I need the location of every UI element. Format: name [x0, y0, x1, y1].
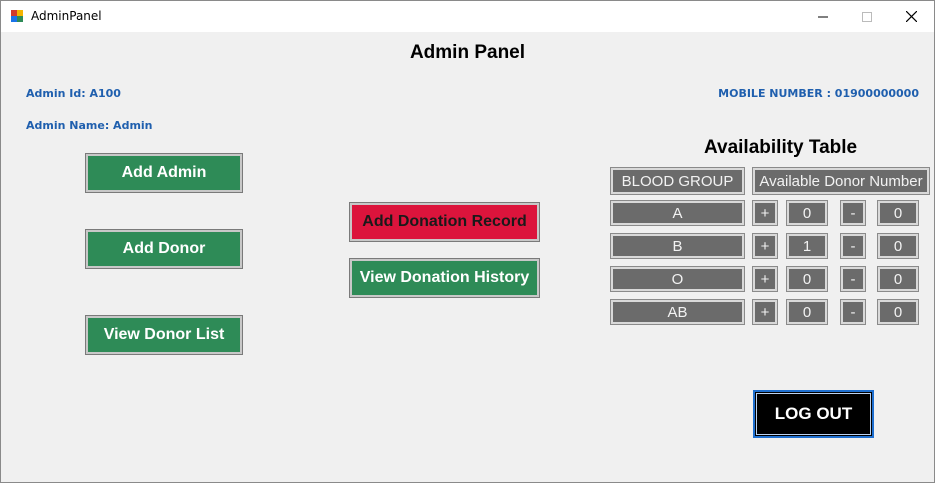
close-icon: [905, 11, 917, 22]
increment-button[interactable]: +: [752, 299, 778, 325]
window-title: AdminPanel: [31, 9, 102, 23]
close-button[interactable]: [888, 1, 934, 32]
mobile-number-label: MOBILE NUMBER : 01900000000: [718, 87, 919, 100]
page-title: Admin Panel: [409, 42, 526, 63]
increment-button[interactable]: +: [752, 266, 778, 292]
admin-id-label: Admin Id: A100: [26, 87, 121, 100]
blood-group-cell: B: [610, 233, 745, 259]
decrement-button[interactable]: -: [840, 233, 866, 259]
maximize-icon: [862, 11, 872, 22]
view-donor-list-button[interactable]: View Donor List: [85, 315, 243, 355]
increment-button[interactable]: +: [752, 233, 778, 259]
admin-panel-window: AdminPanel Admin Panel Admin Id: A100 Ad…: [0, 0, 935, 483]
increment-button[interactable]: +: [752, 200, 778, 226]
decrement-button[interactable]: -: [840, 200, 866, 226]
add-donation-record-button[interactable]: Add Donation Record: [349, 202, 540, 242]
donor-count-field[interactable]: 1: [786, 233, 828, 259]
title-bar: AdminPanel: [1, 1, 934, 32]
maximize-button[interactable]: [844, 1, 890, 32]
decrement-button[interactable]: -: [840, 299, 866, 325]
donor-count-field[interactable]: 0: [786, 266, 828, 292]
value-field[interactable]: 0: [877, 200, 919, 226]
minimize-icon: [818, 16, 828, 17]
value-field[interactable]: 0: [877, 266, 919, 292]
app-icon: [10, 9, 24, 23]
view-donation-history-button[interactable]: View Donation History: [349, 258, 540, 298]
add-admin-button[interactable]: Add Admin: [85, 153, 243, 193]
donor-count-field[interactable]: 0: [786, 200, 828, 226]
value-field[interactable]: 0: [877, 233, 919, 259]
available-donor-number-header: Available Donor Number: [752, 167, 930, 195]
logout-button[interactable]: LOG OUT: [753, 390, 874, 438]
donor-count-field[interactable]: 0: [786, 299, 828, 325]
blood-group-header: BLOOD GROUP: [610, 167, 745, 195]
value-field[interactable]: 0: [877, 299, 919, 325]
decrement-button[interactable]: -: [840, 266, 866, 292]
blood-group-cell: O: [610, 266, 745, 292]
admin-name-label: Admin Name: Admin: [26, 119, 153, 132]
add-donor-button[interactable]: Add Donor: [85, 229, 243, 269]
availability-table-title: Availability Table: [704, 137, 858, 158]
blood-group-cell: AB: [610, 299, 745, 325]
blood-group-cell: A: [610, 200, 745, 226]
minimize-button[interactable]: [800, 1, 846, 32]
